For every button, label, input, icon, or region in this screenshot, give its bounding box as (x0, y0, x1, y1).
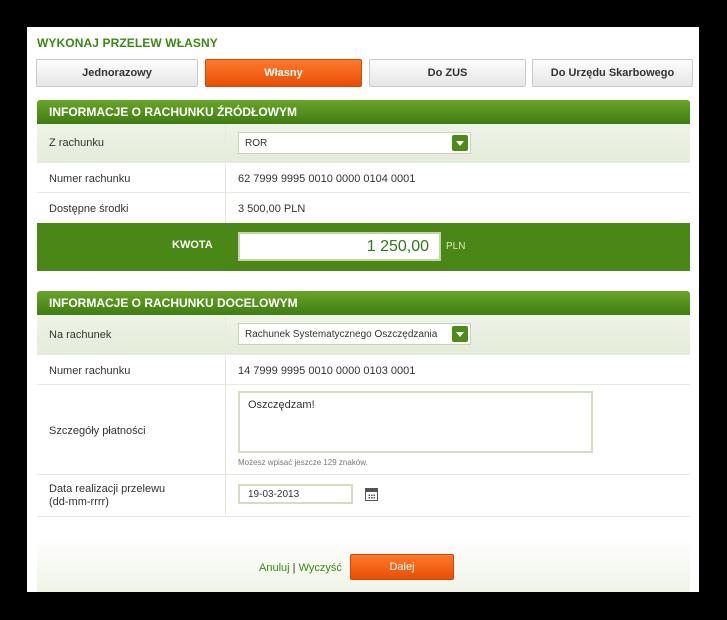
to-account-row: Na rachunek Rachunek Systematycznego Osz… (37, 315, 690, 355)
amount-input[interactable]: 1 250,00 (238, 232, 441, 261)
links-separator: | (292, 562, 296, 574)
available-funds-label: Dostępne środki (49, 203, 129, 215)
to-account-selected: Rachunek Systematycznego Oszczędzania (245, 328, 438, 340)
execution-date-label: Data realizacji przelewu (dd-mm-rrrr) (49, 483, 165, 509)
execution-date-input[interactable]: 19-03-2013 (238, 484, 353, 504)
target-number-row: Numer rachunku 14 7999 9995 0010 0000 01… (37, 355, 690, 385)
to-account-select[interactable]: Rachunek Systematycznego Oszczędzania (238, 323, 471, 345)
transfer-type-tabs: Jednorazowy Własny Do ZUS Do Urzędu Skar… (36, 59, 693, 87)
cancel-link[interactable]: Anuluj (259, 562, 290, 574)
from-account-row: Z rachunku ROR (37, 124, 690, 163)
transfer-panel: WYKONAJ PRZELEW WŁASNY Jednorazowy Własn… (27, 27, 699, 592)
next-button[interactable]: Dalej (350, 554, 454, 580)
from-account-label: Z rachunku (49, 137, 105, 149)
payment-details-hint: Możesz wpisać jeszcze 129 znaków. (238, 458, 368, 467)
payment-details-textarea[interactable]: Oszczędzam! (238, 391, 593, 453)
source-number-row: Numer rachunku 62 7999 9995 0010 0000 01… (37, 163, 690, 193)
to-account-label: Na rachunek (49, 329, 112, 341)
target-section-header: INFORMACJE O RACHUNKU DOCELOWYM (37, 291, 690, 315)
chevron-down-icon[interactable] (452, 326, 468, 342)
tab-jednorazowy[interactable]: Jednorazowy (36, 59, 198, 87)
tab-do-zus[interactable]: Do ZUS (369, 59, 526, 87)
source-number-value: 62 7999 9995 0010 0000 0104 0001 (238, 173, 416, 185)
target-number-value: 14 7999 9995 0010 0000 0103 0001 (238, 365, 416, 377)
tab-wlasny[interactable]: Własny (205, 59, 362, 87)
payment-details-row: Szczegóły płatności Oszczędzam! Możesz w… (37, 385, 690, 475)
amount-label: KWOTA (172, 239, 213, 251)
from-account-selected: ROR (245, 137, 268, 149)
payment-details-label: Szczegóły płatności (49, 425, 146, 437)
footer-links: Anuluj | Wyczyść (259, 562, 342, 574)
available-funds-row: Dostępne środki 3 500,00 PLN (37, 193, 690, 223)
chevron-down-icon[interactable] (452, 135, 468, 151)
clear-link[interactable]: Wyczyść (299, 562, 342, 574)
tab-do-urzedu-skarbowego[interactable]: Do Urzędu Skarbowego (532, 59, 693, 87)
amount-currency: PLN (446, 241, 466, 252)
page-title: WYKONAJ PRZELEW WŁASNY (37, 36, 218, 50)
target-number-label: Numer rachunku (49, 365, 131, 377)
calendar-icon[interactable] (365, 488, 378, 501)
from-account-select[interactable]: ROR (238, 132, 471, 154)
source-number-label: Numer rachunku (49, 173, 131, 185)
available-funds-value: 3 500,00 PLN (238, 203, 306, 215)
amount-band: KWOTA 1 250,00 PLN (37, 223, 690, 271)
execution-date-label-line1: Data realizacji przelewu (49, 483, 166, 495)
execution-date-label-line2: (dd-mm-rrrr) (49, 496, 109, 508)
execution-date-row: Data realizacji przelewu (dd-mm-rrrr) 19… (37, 475, 690, 517)
source-section-header: INFORMACJE O RACHUNKU ŹRÓDŁOWYM (37, 100, 690, 124)
form-footer: Anuluj | Wyczyść Dalej (37, 538, 690, 592)
